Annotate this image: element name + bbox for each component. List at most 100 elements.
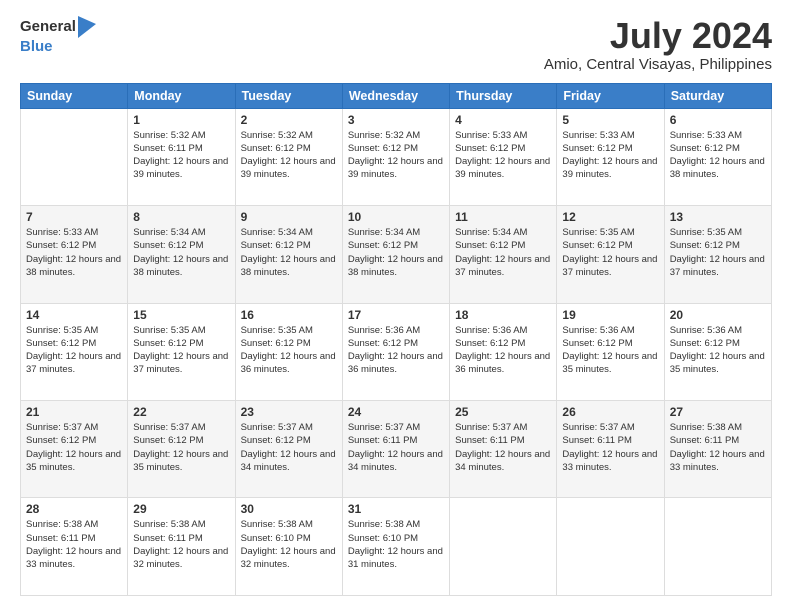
sunset: Sunset: 6:12 PM — [348, 240, 418, 251]
sunset: Sunset: 6:12 PM — [133, 435, 203, 446]
daylight: Daylight: 12 hours and 35 minutes. — [133, 449, 228, 473]
daylight: Daylight: 12 hours and 39 minutes. — [241, 156, 336, 180]
daylight: Daylight: 12 hours and 39 minutes. — [133, 156, 228, 180]
sunset: Sunset: 6:11 PM — [455, 435, 525, 446]
day-info: Sunrise: 5:36 AMSunset: 6:12 PMDaylight:… — [455, 324, 551, 377]
day-info: Sunrise: 5:36 AMSunset: 6:12 PMDaylight:… — [562, 324, 658, 377]
day-info: Sunrise: 5:37 AMSunset: 6:11 PMDaylight:… — [455, 421, 551, 474]
sunset: Sunset: 6:10 PM — [348, 533, 418, 544]
sunrise: Sunrise: 5:34 AM — [348, 227, 420, 238]
sunrise: Sunrise: 5:32 AM — [133, 130, 205, 141]
day-number: 9 — [241, 210, 337, 224]
day-info: Sunrise: 5:34 AM Sunset: 6:12 PM Daylight:… — [348, 226, 444, 279]
table-row: 20 Sunrise: 5:36 AMSunset: 6:12 PMDayligh… — [664, 303, 771, 400]
table-row: 1Sunrise: 5:32 AMSunset: 6:11 PMDaylight… — [128, 108, 235, 205]
daylight: Daylight: 12 hours and 32 minutes. — [133, 546, 228, 570]
sunset: Sunset: 6:11 PM — [562, 435, 632, 446]
table-row: 22Sunrise: 5:37 AMSunset: 6:12 PMDayligh… — [128, 401, 235, 498]
table-row: 19Sunrise: 5:36 AMSunset: 6:12 PMDayligh… — [557, 303, 664, 400]
calendar-week-5: 28Sunrise: 5:38 AMSunset: 6:11 PMDayligh… — [21, 498, 772, 596]
table-row: 21Sunrise: 5:37 AMSunset: 6:12 PMDayligh… — [21, 401, 128, 498]
sunset: Sunset: 6:12 PM — [455, 240, 525, 251]
daylight: Daylight: 12 hours and 39 minutes. — [348, 156, 443, 180]
col-saturday: Saturday — [664, 83, 771, 108]
col-friday: Friday — [557, 83, 664, 108]
table-row: 24Sunrise: 5:37 AMSunset: 6:11 PMDayligh… — [342, 401, 449, 498]
table-row — [557, 498, 664, 596]
sunrise: Sunrise: 5:34 AM — [133, 227, 205, 238]
daylight: Daylight: 12 hours and 34 minutes. — [241, 449, 336, 473]
daylight: Daylight: 12 hours and 38 minutes. — [670, 156, 765, 180]
col-tuesday: Tuesday — [235, 83, 342, 108]
logo-blue: Blue — [20, 38, 53, 55]
sunrise: Sunrise: 5:35 AM — [670, 227, 742, 238]
table-row — [450, 498, 557, 596]
day-number: 10 — [348, 210, 444, 224]
sunset: Sunset: 6:11 PM — [133, 533, 203, 544]
day-info: Sunrise: 5:33 AMSunset: 6:12 PMDaylight:… — [562, 129, 658, 182]
sunset: Sunset: 6:12 PM — [455, 143, 525, 154]
sunset: Sunset: 6:11 PM — [348, 435, 418, 446]
day-number: 18 — [455, 308, 551, 322]
daylight: Daylight: 12 hours and 38 minutes. — [348, 254, 443, 278]
page: General Blue July 2024 Amio, Central Vis… — [0, 0, 792, 612]
sunset: Sunset: 6:12 PM — [670, 143, 740, 154]
day-info: Sunrise: 5:36 AMSunset: 6:12 PMDaylight:… — [670, 324, 766, 377]
day-info: Sunrise: 5:35 AMSunset: 6:12 PMDaylight:… — [562, 226, 658, 279]
daylight: Daylight: 12 hours and 35 minutes. — [670, 351, 765, 375]
sunset: Sunset: 6:12 PM — [348, 338, 418, 349]
sunset: Sunset: 6:12 PM — [241, 435, 311, 446]
col-sunday: Sunday — [21, 83, 128, 108]
day-number: 5 — [562, 113, 658, 127]
day-number: 29 — [133, 502, 229, 516]
day-number: 11 — [455, 210, 551, 224]
sunrise: Sunrise: 5:33 AM — [670, 130, 742, 141]
day-number: 12 — [562, 210, 658, 224]
day-info: Sunrise: 5:34 AMSunset: 6:12 PMDaylight:… — [133, 226, 229, 279]
table-row: 30Sunrise: 5:38 AMSunset: 6:10 PMDayligh… — [235, 498, 342, 596]
table-row: 31Sunrise: 5:38 AMSunset: 6:10 PMDayligh… — [342, 498, 449, 596]
sunrise: Sunrise: 5:38 AM — [133, 519, 205, 530]
daylight: Daylight: 12 hours and 38 minutes. — [133, 254, 228, 278]
day-info: Sunrise: 5:38 AM Sunset: 6:11 PM Daylight:… — [133, 518, 229, 571]
table-row: 15Sunrise: 5:35 AMSunset: 6:12 PMDayligh… — [128, 303, 235, 400]
sunrise: Sunrise: 5:35 AM — [133, 325, 205, 336]
table-row: 12 Sunrise: 5:35 AMSunset: 6:12 PMDayligh… — [557, 206, 664, 303]
table-row: 6Sunrise: 5:33 AMSunset: 6:12 PMDaylight… — [664, 108, 771, 205]
calendar-week-2: 7Sunrise: 5:33 AMSunset: 6:12 PMDaylight… — [21, 206, 772, 303]
header: General Blue July 2024 Amio, Central Vis… — [20, 16, 772, 73]
daylight: Daylight: 12 hours and 37 minutes. — [133, 351, 228, 375]
table-row: 8Sunrise: 5:34 AMSunset: 6:12 PMDaylight… — [128, 206, 235, 303]
day-info: Sunrise: 5:38 AMSunset: 6:11 PMDaylight:… — [670, 421, 766, 474]
sunrise: Sunrise: 5:34 AM — [241, 227, 313, 238]
day-number: 24 — [348, 405, 444, 419]
table-row — [21, 108, 128, 205]
sunset: Sunset: 6:12 PM — [562, 240, 632, 251]
day-number: 20 — [670, 308, 766, 322]
table-row: 3Sunrise: 5:32 AMSunset: 6:12 PMDaylight… — [342, 108, 449, 205]
table-row: 28Sunrise: 5:38 AMSunset: 6:11 PMDayligh… — [21, 498, 128, 596]
subtitle: Amio, Central Visayas, Philippines — [544, 56, 772, 73]
day-number: 27 — [670, 405, 766, 419]
sunset: Sunset: 6:12 PM — [241, 338, 311, 349]
table-row: 14Sunrise: 5:35 AMSunset: 6:12 PMDayligh… — [21, 303, 128, 400]
daylight: Daylight: 12 hours and 37 minutes. — [562, 254, 657, 278]
sunset: Sunset: 6:12 PM — [26, 338, 96, 349]
table-row: 9Sunrise: 5:34 AMSunset: 6:12 PMDaylight… — [235, 206, 342, 303]
sunset: Sunset: 6:12 PM — [455, 338, 525, 349]
day-info: Sunrise: 5:35 AMSunset: 6:12 PMDaylight:… — [241, 324, 337, 377]
day-number: 7 — [26, 210, 122, 224]
sunset: Sunset: 6:10 PM — [241, 533, 311, 544]
day-number: 13 — [670, 210, 766, 224]
sunset: Sunset: 6:12 PM — [133, 338, 203, 349]
sunrise: Sunrise: 5:37 AM — [26, 422, 98, 433]
table-row: 2Sunrise: 5:32 AMSunset: 6:12 PMDaylight… — [235, 108, 342, 205]
sunset: Sunset: 6:12 PM — [670, 338, 740, 349]
day-info: Sunrise: 5:32 AMSunset: 6:11 PMDaylight:… — [133, 129, 229, 182]
table-row: 25Sunrise: 5:37 AMSunset: 6:11 PMDayligh… — [450, 401, 557, 498]
calendar-week-1: 1Sunrise: 5:32 AMSunset: 6:11 PMDaylight… — [21, 108, 772, 205]
table-row: 11Sunrise: 5:34 AMSunset: 6:12 PMDayligh… — [450, 206, 557, 303]
calendar-header-row: Sunday Monday Tuesday Wednesday Thursday… — [21, 83, 772, 108]
sunrise: Sunrise: 5:37 AM — [455, 422, 527, 433]
day-number: 4 — [455, 113, 551, 127]
